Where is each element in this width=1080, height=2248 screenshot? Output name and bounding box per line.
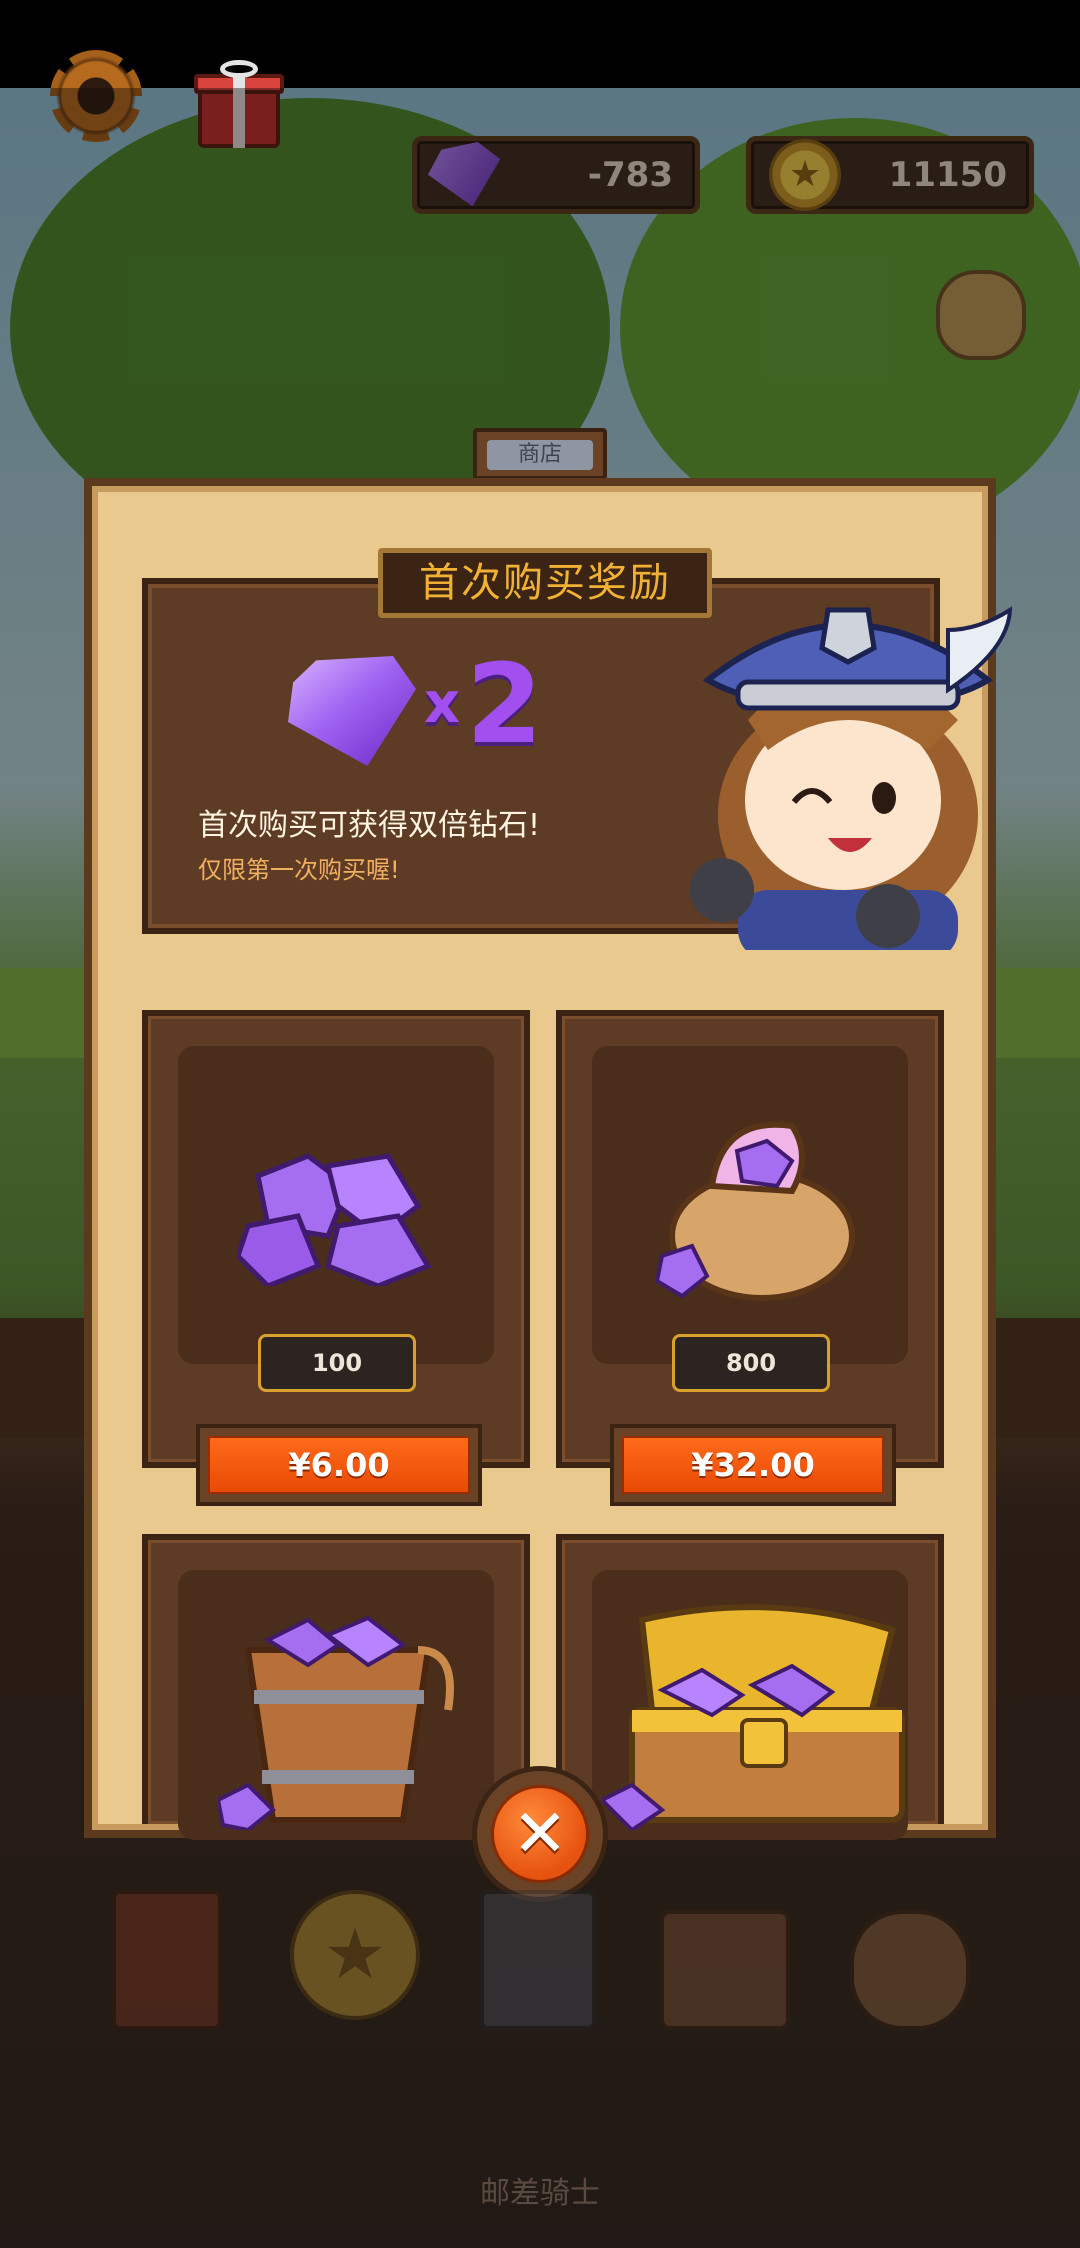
- shop-tab-label: 商店: [487, 440, 593, 470]
- coin-sack-icon[interactable]: [850, 1890, 980, 2030]
- bag-icon[interactable]: [660, 1890, 790, 2030]
- pack-quantity: 100: [258, 1334, 416, 1392]
- gem-pack-card[interactable]: 800: [556, 1010, 944, 1468]
- promo-headline: 首次购买可获得双倍钻石!: [198, 808, 541, 843]
- gem-pile-icon: [238, 1153, 432, 1286]
- price-button-frame[interactable]: ¥6.00: [196, 1424, 482, 1506]
- price-button-frame[interactable]: ¥32.00: [610, 1424, 896, 1506]
- book-icon[interactable]: [112, 1890, 242, 2030]
- first-purchase-banner: x2 首次购买可获得双倍钻石! 仅限第一次购买喔!: [142, 578, 1013, 950]
- close-button[interactable]: ✕: [472, 1766, 608, 1902]
- shop-tab: 商店: [473, 428, 607, 480]
- buy-button[interactable]: ¥6.00: [208, 1436, 470, 1494]
- gem-bucket-icon: [218, 1615, 454, 1830]
- gem-sack-icon: [654, 1121, 855, 1301]
- pack-quantity: 800: [672, 1334, 830, 1392]
- gem-chest-icon: [602, 1604, 905, 1830]
- promo-multiplier: x2: [424, 640, 543, 768]
- star-coin-icon[interactable]: ★: [290, 1890, 420, 2030]
- promo-title: 首次购买奖励: [378, 548, 712, 618]
- gem-pack-card[interactable]: 100: [142, 1010, 530, 1468]
- close-icon: ✕: [512, 1795, 568, 1872]
- status-bar: [0, 0, 1080, 88]
- card-deck-icon[interactable]: [480, 1890, 610, 2030]
- game-title-label: 邮差骑士: [480, 2176, 600, 2211]
- gem-pack-card[interactable]: [556, 1534, 944, 1840]
- mascot-character: [690, 606, 1013, 950]
- gem-pack-card[interactable]: [142, 1534, 530, 1840]
- buy-button[interactable]: ¥32.00: [622, 1436, 884, 1494]
- diamond-icon: [288, 656, 416, 766]
- promo-note: 仅限第一次购买喔!: [198, 856, 400, 884]
- shop-panel: x2 首次购买可获得双倍钻石! 仅限第一次购买喔! 首次购买奖励 100 ¥6.…: [84, 478, 1013, 1840]
